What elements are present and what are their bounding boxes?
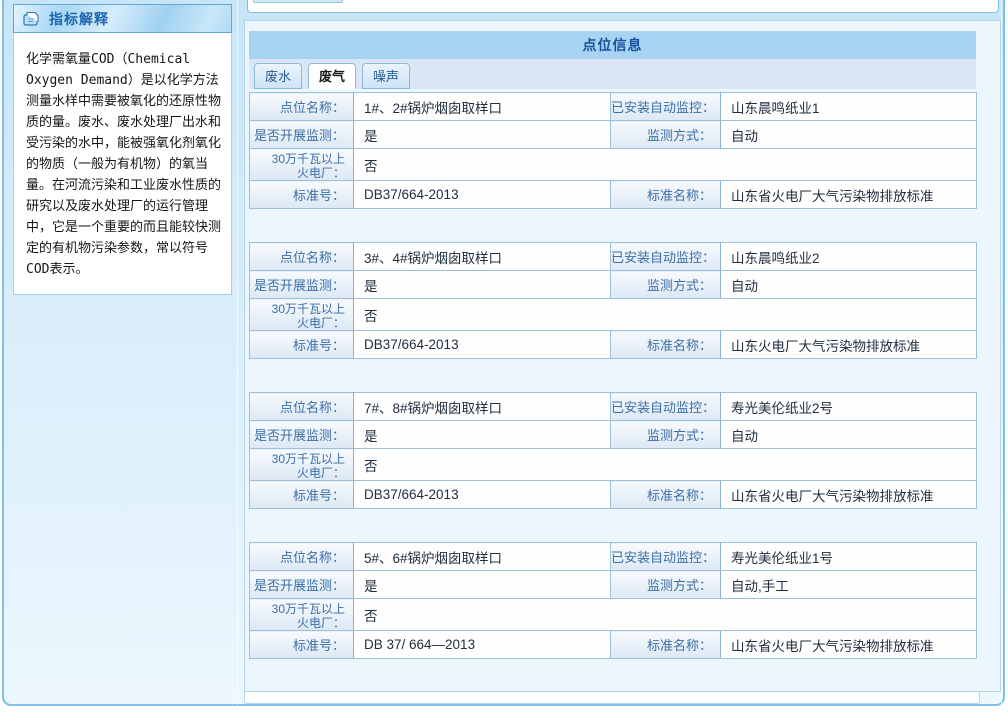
indicator-explanation-text: 化学需氧量COD（Chemical Oxygen Demand）是以化学方法测量… [13,33,232,295]
value-standard-no: DB37/664-2013 [354,481,611,509]
label-auto-monitor: 已安装自动监控： [611,93,721,121]
value-standard-no: DB37/664-2013 [354,331,611,359]
value-monitor-method: 自动 [721,421,977,449]
value-auto-monitor: 山东晨鸣纸业1 [721,93,977,121]
value-point-name: 3#、4#锅炉烟囱取样口 [354,243,611,271]
label-standard-name: 标准名称： [611,631,721,659]
value-standard-no: DB37/664-2013 [354,181,611,209]
label-point-name: 点位名称： [250,393,354,421]
label-auto-monitor: 已安装自动监控： [611,543,721,571]
label-monitor-method: 监测方式： [611,421,721,449]
value-point-name: 7#、8#锅炉烟囱取样口 [354,393,611,421]
label-point-name: 点位名称： [250,243,354,271]
label-monitoring-conducted: 是否开展监测： [250,271,354,299]
value-monitoring-conducted: 是 [354,121,611,149]
label-standard-no: 标准号： [250,331,354,359]
value-point-name: 5#、6#锅炉烟囱取样口 [354,543,611,571]
point-info-panel: 点位信息 废水 废气 噪声 点位名称： 1#、2#锅炉烟囱取样口 已安装自动监控… [244,20,1001,692]
sidebar-title: 指标解释 [49,9,109,29]
label-standard-name: 标准名称： [611,331,721,359]
label-standard-no: 标准号： [250,481,354,509]
indicator-explanation-header: 指标解释 [13,4,232,33]
point-record-table-4: 点位名称： 5#、6#锅炉烟囱取样口 已安装自动监控： 寿光美伦纸业1号 是否开… [249,542,977,659]
label-standard-no: 标准号： [250,181,354,209]
label-point-name: 点位名称： [250,93,354,121]
value-power-plant: 否 [354,449,977,481]
value-auto-monitor: 寿光美伦纸业2号 [721,393,977,421]
value-auto-monitor: 山东晨鸣纸业2 [721,243,977,271]
label-power-plant: 30万千瓦以上火电厂： [250,449,354,481]
value-standard-name: 山东火电厂大气污染物排放标准 [721,331,977,359]
label-standard-name: 标准名称： [611,481,721,509]
panel-bottom-strip [244,692,980,704]
tab-waste-gas[interactable]: 废气 [308,63,356,89]
point-record-table-2: 点位名称： 3#、4#锅炉烟囱取样口 已安装自动监控： 山东晨鸣纸业2 是否开展… [249,242,977,359]
value-monitor-method: 自动 [721,271,977,299]
label-standard-name: 标准名称： [611,181,721,209]
tab-noise[interactable]: 噪声 [362,63,410,89]
value-standard-name: 山东省火电厂大气污染物排放标准 [721,481,977,509]
label-power-plant: 30万千瓦以上火电厂： [250,299,354,331]
label-monitor-method: 监测方式： [611,571,721,599]
label-auto-monitor: 已安装自动监控： [611,393,721,421]
value-power-plant: 否 [354,599,977,631]
panel-title: 点位信息 [249,31,976,59]
value-monitor-method: 自动 [721,121,977,149]
label-auto-monitor: 已安装自动监控： [611,243,721,271]
label-point-name: 点位名称： [250,543,354,571]
label-monitoring-conducted: 是否开展监测： [250,571,354,599]
indicator-explanation-panel: 指标解释 化学需氧量COD（Chemical Oxygen Demand）是以化… [13,4,232,295]
cutoff-tab-stub[interactable] [253,0,343,3]
label-monitor-method: 监测方式： [611,271,721,299]
column-separator-left [237,0,238,705]
value-monitoring-conducted: 是 [354,571,611,599]
label-power-plant: 30万千瓦以上火电厂： [250,149,354,181]
document-icon [23,11,41,27]
value-auto-monitor: 寿光美伦纸业1号 [721,543,977,571]
value-monitor-method: 自动,手工 [721,571,977,599]
value-standard-name: 山东省火电厂大气污染物排放标准 [721,181,977,209]
label-monitoring-conducted: 是否开展监测： [250,121,354,149]
point-record-table-3: 点位名称： 7#、8#锅炉烟囱取样口 已安装自动监控： 寿光美伦纸业2号 是否开… [249,392,977,509]
value-power-plant: 否 [354,299,977,331]
label-monitoring-conducted: 是否开展监测： [250,421,354,449]
value-point-name: 1#、2#锅炉烟囱取样口 [354,93,611,121]
label-monitor-method: 监测方式： [611,121,721,149]
value-monitoring-conducted: 是 [354,271,611,299]
previous-panel-bottom [247,0,999,13]
tab-wastewater[interactable]: 废水 [254,63,302,89]
label-power-plant: 30万千瓦以上火电厂： [250,599,354,631]
point-record-table-1: 点位名称： 1#、2#锅炉烟囱取样口 已安装自动监控： 山东晨鸣纸业1 是否开展… [249,92,977,209]
tab-strip: 废水 废气 噪声 [249,59,976,89]
label-standard-no: 标准号： [250,631,354,659]
value-monitoring-conducted: 是 [354,421,611,449]
value-power-plant: 否 [354,149,977,181]
column-separator-right [1001,0,1002,705]
value-standard-no: DB 37/ 664—2013 [354,631,611,659]
value-standard-name: 山东省火电厂大气污染物排放标准 [721,631,977,659]
